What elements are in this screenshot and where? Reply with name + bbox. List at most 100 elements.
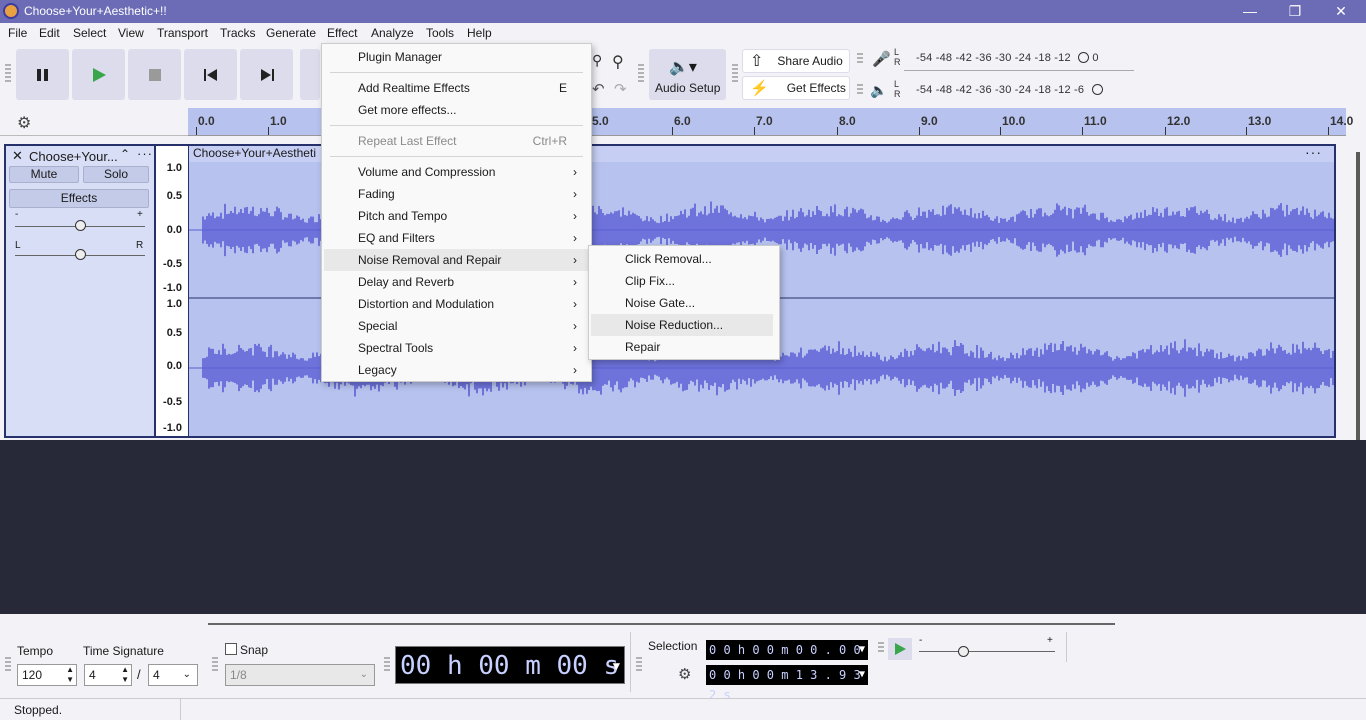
toolbar-grip[interactable] bbox=[638, 64, 644, 84]
menu-tools[interactable]: Tools bbox=[426, 26, 454, 40]
menu-repeat-last-effect[interactable]: Repeat Last Effect Ctrl+R bbox=[324, 130, 589, 152]
divider bbox=[1066, 632, 1067, 662]
record-meter-scale[interactable]: -54 -48 -42 -36 -30 -24 -18 -12 0 bbox=[916, 52, 1099, 64]
effects-button[interactable]: Effects bbox=[9, 189, 149, 208]
get-effects-label: Get Effects bbox=[786, 81, 846, 95]
toolbar-grip[interactable] bbox=[5, 657, 11, 671]
ruler-tick-label: 7.0 bbox=[756, 114, 773, 128]
pause-button[interactable] bbox=[16, 49, 69, 100]
skip-start-button[interactable] bbox=[184, 49, 237, 100]
menu-repair[interactable]: Repair bbox=[591, 336, 777, 358]
ruler-tick-label: 12.0 bbox=[1167, 114, 1191, 128]
skip-end-icon bbox=[260, 68, 274, 81]
menu-clip-fix[interactable]: Clip Fix... bbox=[591, 270, 777, 292]
menu-plugin-manager[interactable]: Plugin Manager bbox=[324, 46, 589, 68]
toolbar-grip[interactable] bbox=[212, 657, 218, 671]
play-at-speed-button[interactable] bbox=[888, 638, 912, 660]
mute-button[interactable]: Mute bbox=[9, 166, 79, 183]
menu-select[interactable]: Select bbox=[73, 26, 106, 40]
skip-end-button[interactable] bbox=[240, 49, 293, 100]
toolbar-grip[interactable] bbox=[636, 657, 642, 671]
record-meter-channels: LR bbox=[894, 47, 901, 67]
play-meter-scale[interactable]: -54 -48 -42 -36 -30 -24 -18 -12 -6 bbox=[916, 84, 1103, 96]
menu-legacy[interactable]: Legacy › bbox=[324, 359, 589, 381]
time-display[interactable]: 00 h 00 m 00 s ▼ bbox=[395, 646, 625, 684]
menu-add-realtime-effects[interactable]: Add Realtime Effects E bbox=[324, 77, 589, 99]
time-signature-denominator[interactable]: 4 ⌄ bbox=[148, 664, 198, 686]
toolbar-grip[interactable] bbox=[732, 64, 738, 84]
menu-click-removal[interactable]: Click Removal... bbox=[591, 248, 777, 270]
maximize-icon[interactable]: ❐ bbox=[1272, 0, 1318, 23]
minimize-icon[interactable]: — bbox=[1227, 0, 1273, 23]
menu-analyze[interactable]: Analyze bbox=[371, 26, 414, 40]
play-level-knob[interactable] bbox=[1091, 84, 1103, 95]
close-track-icon[interactable]: ✕ bbox=[12, 148, 23, 164]
record-level-knob[interactable] bbox=[1078, 52, 1090, 63]
speed-slider-knob[interactable] bbox=[958, 646, 969, 657]
redo-icon[interactable]: ↷ bbox=[614, 80, 627, 98]
record-button[interactable] bbox=[300, 49, 320, 100]
menu-pitch-tempo[interactable]: Pitch and Tempo › bbox=[324, 205, 589, 227]
menu-help[interactable]: Help bbox=[467, 26, 492, 40]
zoom-in-icon[interactable]: ⚲ bbox=[592, 52, 602, 69]
time-signature-numerator[interactable]: 4 ▲ ▼ bbox=[84, 664, 132, 686]
menu-noise-reduction[interactable]: Noise Reduction... bbox=[591, 314, 773, 336]
stop-button[interactable] bbox=[128, 49, 181, 100]
tempo-input[interactable]: 120 ▲ ▼ bbox=[17, 664, 77, 686]
toolbar-grip[interactable] bbox=[857, 84, 863, 96]
ruler-tick bbox=[754, 127, 755, 135]
undo-icon[interactable]: ↶ bbox=[592, 80, 605, 98]
menu-spectral-tools[interactable]: Spectral Tools › bbox=[324, 337, 589, 359]
share-audio-button[interactable]: ⇧ Share Audio bbox=[742, 49, 850, 73]
horizontal-scrollbar-thumb[interactable] bbox=[208, 623, 1115, 625]
pan-slider-knob[interactable] bbox=[75, 249, 86, 260]
solo-button[interactable]: Solo bbox=[83, 166, 149, 183]
collapse-track-icon[interactable]: ⌃ bbox=[120, 147, 130, 161]
menu-get-more-effects[interactable]: Get more effects... bbox=[324, 99, 589, 121]
audio-setup-button[interactable]: 🔈▾ Audio Setup bbox=[649, 49, 726, 100]
empty-track-area[interactable] bbox=[0, 440, 1366, 614]
speaker-icon[interactable]: 🔈 bbox=[870, 82, 887, 99]
timeline-settings-icon[interactable]: ⚙ bbox=[17, 113, 31, 133]
menu-volume-compression[interactable]: Volume and Compression › bbox=[324, 161, 589, 183]
ruler-tick bbox=[268, 127, 269, 135]
menu-view[interactable]: View bbox=[118, 26, 144, 40]
menu-distortion-modulation[interactable]: Distortion and Modulation › bbox=[324, 293, 589, 315]
close-icon[interactable]: ✕ bbox=[1318, 0, 1364, 23]
time-signature-separator: / bbox=[137, 667, 141, 682]
menu-noise-removal-repair[interactable]: Noise Removal and Repair › bbox=[324, 249, 589, 271]
speed-slider-track[interactable] bbox=[919, 651, 1055, 652]
selection-settings-icon[interactable]: ⚙ bbox=[678, 665, 691, 683]
snap-dropdown[interactable]: 1/8 ⌄ bbox=[225, 664, 375, 686]
menu-generate[interactable]: Generate bbox=[266, 26, 316, 40]
clip-menu-icon[interactable]: ··· bbox=[1305, 146, 1322, 160]
menu-transport[interactable]: Transport bbox=[157, 26, 208, 40]
get-effects-button[interactable]: ⚡ Get Effects bbox=[742, 76, 850, 100]
ruler-tick-label: 13.0 bbox=[1248, 114, 1272, 128]
snap-checkbox[interactable] bbox=[225, 643, 237, 655]
menu-fading[interactable]: Fading › bbox=[324, 183, 589, 205]
selection-end-time[interactable]: 0 0 h 0 0 m 1 3 . 9 3 2 s ▼ bbox=[706, 665, 868, 702]
toolbar-grip[interactable] bbox=[878, 642, 884, 654]
toolbar-grip[interactable] bbox=[384, 657, 390, 671]
microphone-icon[interactable]: 🎤 bbox=[872, 50, 891, 68]
menu-eq-filters[interactable]: EQ and Filters › bbox=[324, 227, 589, 249]
ruler-tick-label: 1.0 bbox=[270, 114, 287, 128]
track-name[interactable]: Choose+Your... bbox=[29, 149, 118, 164]
menu-special[interactable]: Special › bbox=[324, 315, 589, 337]
track-menu-icon[interactable]: ··· bbox=[137, 146, 153, 161]
selection-start-time[interactable]: 0 0 h 0 0 m 0 0 . 0 0 0 s▼ bbox=[706, 640, 868, 677]
toolbar-grip[interactable] bbox=[5, 64, 11, 84]
menu-file[interactable]: File bbox=[8, 26, 27, 40]
menu-tracks[interactable]: Tracks bbox=[220, 26, 256, 40]
menu-effect[interactable]: Effect bbox=[327, 26, 357, 40]
zoom-toggle-icon[interactable]: ⚲ bbox=[612, 52, 624, 72]
play-button[interactable] bbox=[72, 49, 125, 100]
toolbar-grip[interactable] bbox=[857, 53, 863, 65]
menu-noise-gate[interactable]: Noise Gate... bbox=[591, 292, 777, 314]
scale-label: -1.0 bbox=[163, 422, 182, 434]
gain-slider-knob[interactable] bbox=[75, 220, 86, 231]
title-bar: Choose+Your+Aesthetic+!! — ❐ ✕ bbox=[0, 0, 1366, 23]
menu-delay-reverb[interactable]: Delay and Reverb › bbox=[324, 271, 589, 293]
menu-edit[interactable]: Edit bbox=[39, 26, 60, 40]
